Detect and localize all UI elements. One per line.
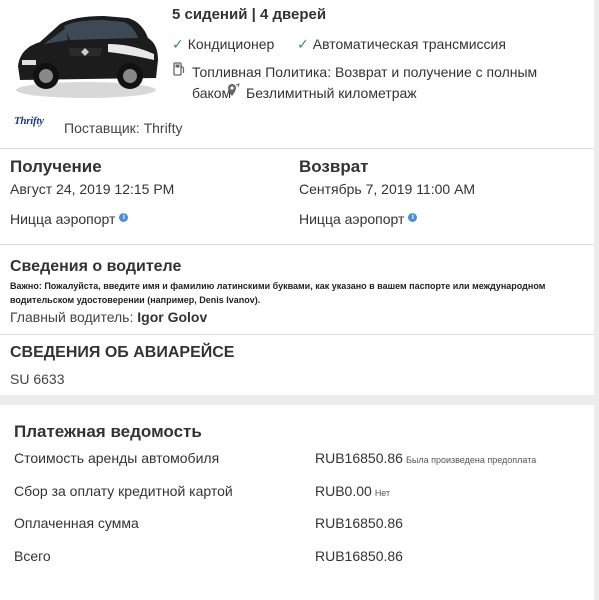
driver-heading: Сведения о водителе (10, 258, 182, 275)
payment-heading: Платежная ведомость (14, 422, 202, 441)
feature-ac: ✓ Кондиционер (172, 36, 275, 52)
flight-number: SU 6633 (10, 371, 65, 387)
supplier-logo: Thrifty (14, 115, 44, 127)
flight-heading: СВЕДЕНИЯ ОБ АВИАРЕЙСЕ (10, 344, 235, 361)
driver-note: Важно: Пожалуйста, введите имя и фамилию… (10, 281, 546, 305)
info-icon[interactable]: i (119, 213, 129, 222)
car-image (16, 16, 158, 98)
booking-details-card: 5 сидений | 4 дверей ✓ Кондиционер ✓ Автом… (0, 0, 594, 395)
payment-row-value: RUB0.00 Нет (315, 483, 391, 499)
pickup-location: Ницца аэропорт i (10, 211, 129, 227)
divider (0, 334, 594, 335)
feature-transmission: ✓ Автоматическая трансмиссия (297, 36, 506, 52)
fuel-policy-line1: Топливная Политика: Возврат и получение … (192, 64, 538, 80)
supplier-label: Поставщик: Thrifty (64, 120, 183, 136)
pickup-datetime: Август 24, 2019 12:15 PM (10, 181, 175, 197)
mileage: Безлимитный километраж (246, 85, 417, 101)
payment-row-label: Всего (14, 548, 51, 564)
payment-row-label: Стоимость аренды автомобиля (14, 450, 220, 466)
divider (0, 148, 594, 149)
check-icon: ✓ (172, 36, 184, 52)
fuel-pump-icon (173, 62, 185, 76)
payment-row-label: Оплаченная сумма (14, 515, 139, 531)
payment-card: Платежная ведомость Стоимость аренды авт… (0, 405, 594, 600)
car-specs: 5 сидений | 4 дверей (172, 6, 327, 23)
main-driver-name: Igor Golov (137, 309, 208, 325)
payment-row-label: Сбор за оплату кредитной картой (14, 483, 233, 499)
pickup-heading: Получение (10, 157, 102, 176)
dropoff-location: Ницца аэропорт i (299, 211, 418, 227)
payment-row-value: RUB16850.86 (315, 548, 403, 564)
dropoff-datetime: Сентябрь 7, 2019 11:00 AM (299, 181, 476, 197)
payment-row-value: RUB16850.86 Была произведена предоплата (315, 450, 537, 466)
payment-row-value: RUB16850.86 (315, 515, 403, 531)
dropoff-heading: Возврат (299, 157, 369, 176)
info-icon[interactable]: i (408, 213, 418, 222)
map-pin-icon (228, 83, 240, 96)
check-icon: ✓ (297, 36, 309, 52)
main-driver: Главный водитель: Igor Golov (10, 309, 208, 325)
divider (0, 244, 594, 245)
